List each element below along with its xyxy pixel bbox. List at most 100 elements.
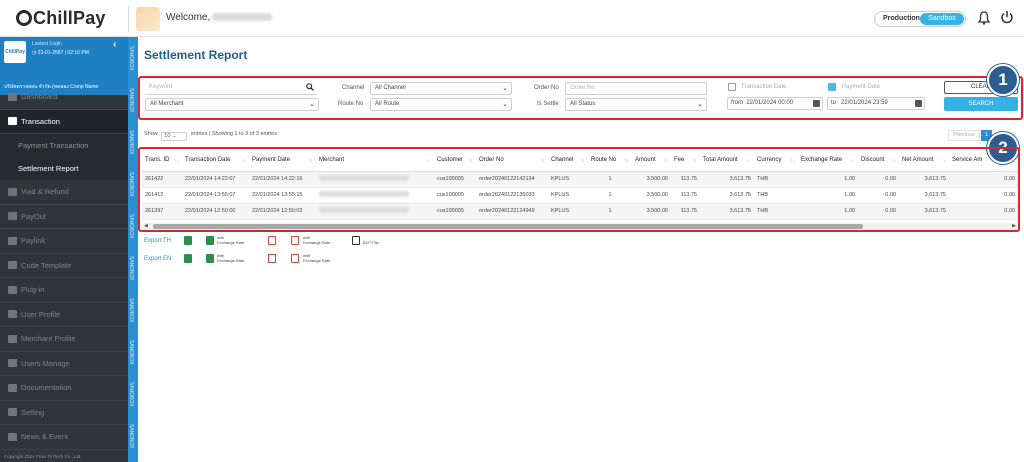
sidebar-item-user-profile[interactable]: User Profile — [0, 303, 128, 327]
sort-icon[interactable]: ↑↓ — [790, 158, 795, 164]
column-header[interactable]: Discount ↑↓ — [858, 151, 899, 172]
sidebar-item-dashboard[interactable]: Dashboard — [0, 85, 128, 110]
brand-name: ChillPay — [33, 8, 106, 28]
sidebar-item-merchant-profile[interactable]: Merchant Profile — [0, 327, 128, 352]
sidebar-item-void-refund[interactable]: Void & Refund — [0, 180, 128, 205]
transaction-date-checkbox[interactable] — [728, 83, 736, 91]
column-header[interactable]: Amount ↑↓ — [632, 151, 671, 172]
environment-toggle[interactable]: Production Sandbox — [874, 11, 966, 27]
sidebar-item-documentation[interactable]: Documentation — [0, 376, 128, 401]
column-header[interactable]: Payment Date ↑↓ — [249, 151, 316, 172]
sort-icon[interactable]: ↑↓ — [308, 158, 313, 164]
sidebar-item-users-manage[interactable]: Users Manage — [0, 352, 128, 376]
table-row[interactable]: 261397 22/01/2024 12:50:00 22/01/2024 12:5… — [142, 203, 1018, 220]
column-header[interactable]: Order No ↑↓ — [476, 151, 548, 172]
sort-icon[interactable]: ↑↓ — [426, 158, 431, 164]
sort-icon[interactable]: ↑↓ — [746, 158, 751, 164]
sidebar-item-plugin[interactable]: Plug-in — [0, 278, 128, 303]
transaction-date-label: Transaction Date — [741, 84, 787, 90]
pdf-export-th-exchange-icon[interactable] — [291, 236, 299, 245]
sort-icon[interactable]: ↑↓ — [663, 158, 668, 164]
sort-icon[interactable]: ↑↓ — [540, 158, 545, 164]
sidebar-item-transaction[interactable]: Transaction — [0, 109, 128, 134]
pdf-export-th-icon[interactable] — [268, 236, 276, 245]
column-header[interactable]: Currency ↑↓ — [754, 151, 798, 172]
pdf-export-en-exchange-icon[interactable] — [291, 254, 299, 263]
sidebar-item-paylink[interactable]: Paylink — [0, 229, 128, 254]
chillpay-logo[interactable]: ChillPay — [16, 8, 106, 29]
route-select[interactable]: All Route ⌄ — [370, 98, 512, 111]
column-header-label: Transaction Date — [185, 157, 231, 164]
sandbox-strip-label: SANDBOX — [128, 381, 134, 407]
sort-icon[interactable]: ↑↓ — [241, 158, 246, 164]
column-header[interactable]: Trans. ID ↑↓ — [142, 151, 182, 172]
excel-export-en-exchange-icon[interactable] — [206, 254, 214, 263]
column-header[interactable]: Transaction Date ↑↓ — [182, 151, 249, 172]
column-header[interactable]: Total Amount ↑↓ — [700, 151, 754, 172]
column-header[interactable]: Channel ↑↓ — [548, 151, 588, 172]
search-icon[interactable] — [306, 83, 314, 91]
sort-icon[interactable]: ↑↓ — [580, 158, 585, 164]
production-option[interactable]: Production — [883, 15, 920, 22]
table-row[interactable]: 261422 22/01/2024 14:22:07 22/01/2024 14:2… — [142, 171, 1018, 188]
search-button[interactable]: SEARCH — [944, 97, 1018, 111]
sidebar-subitem-payment-transaction[interactable]: Payment Transaction — [0, 134, 128, 157]
calendar-icon[interactable] — [915, 100, 922, 107]
merchant-cell — [316, 203, 434, 220]
column-header[interactable]: Merchant ↑↓ — [316, 151, 434, 172]
column-header[interactable]: Net Amount ↑↓ — [899, 151, 949, 172]
sidebar-item-label: Code Template — [21, 260, 72, 270]
power-icon[interactable] — [1000, 10, 1014, 24]
cell-net: 3,613.75 — [899, 187, 949, 204]
sidebar-item-setting[interactable]: Setting — [0, 401, 128, 425]
page-size-select[interactable]: 10 ⌄ — [161, 132, 188, 141]
previous-page-button[interactable]: Previous — [948, 130, 980, 141]
order-no-input[interactable]: Order No — [565, 82, 707, 95]
scroll-right-icon[interactable]: ▶ — [1012, 223, 1016, 229]
sandbox-option[interactable]: Sandbox — [920, 13, 964, 25]
sort-icon[interactable]: ↑↓ — [692, 158, 697, 164]
sort-icon[interactable]: ↑↓ — [1010, 158, 1015, 164]
sidebar-item-payout[interactable]: PayOut — [0, 205, 128, 229]
merchant-cell — [316, 171, 434, 188]
column-header[interactable]: Route No ↑↓ — [588, 151, 632, 172]
sort-icon[interactable]: ↑↓ — [941, 158, 946, 164]
sidebar-item-news-event[interactable]: News & Event — [0, 425, 128, 450]
cell-rate: 1.00 — [798, 203, 858, 220]
code-icon — [8, 261, 17, 270]
column-header[interactable]: Exchange Rate ↑↓ — [798, 151, 858, 172]
collapse-sidebar-icon[interactable]: ‹ — [113, 39, 116, 50]
payment-date-checkbox[interactable] — [828, 83, 836, 91]
document-icon — [8, 117, 17, 126]
keyword-input[interactable]: Keyword — [145, 82, 317, 95]
excel-export-th-icon[interactable] — [184, 236, 192, 245]
bell-icon[interactable] — [978, 11, 990, 25]
cell-rate: 1.00 — [798, 171, 858, 188]
sort-icon[interactable]: ↑↓ — [891, 158, 896, 164]
sidebar-item-code-template[interactable]: Code Template — [0, 254, 128, 278]
sidebar-subitem-settlement-report[interactable]: Settlement Report — [0, 157, 128, 180]
excel-export-en-icon[interactable] — [184, 254, 192, 263]
scroll-left-icon[interactable]: ◀ — [144, 223, 148, 229]
column-header[interactable]: Service Am ↑↓ — [949, 151, 1018, 172]
date-from-field[interactable]: from 22/01/2024 00:00 — [727, 97, 823, 110]
avatar[interactable] — [136, 7, 160, 31]
column-header[interactable]: Fee ↑↓ — [671, 151, 700, 172]
column-header[interactable]: Customer ↑↓ — [434, 151, 476, 172]
table-row[interactable]: 261412 22/01/2024 13:55:07 22/01/2024 13:5… — [142, 187, 1018, 204]
horizontal-scrollbar[interactable]: ◀ ▶ — [143, 223, 1017, 230]
is-settle-select[interactable]: All Status ⌄ — [565, 98, 707, 111]
scrollbar-thumb[interactable] — [153, 224, 863, 229]
merchant-select[interactable]: All Merchant ⌄ — [145, 98, 319, 111]
date-to-field[interactable]: to 22/01/2024 23:59 — [827, 97, 925, 110]
sort-icon[interactable]: ↑↓ — [468, 158, 473, 164]
sort-icon[interactable]: ↑↓ — [850, 158, 855, 164]
pdf-export-en-icon[interactable] — [268, 254, 276, 263]
sort-icon[interactable]: ↑↓ — [174, 158, 179, 164]
sort-icon[interactable]: ↑↓ — [624, 158, 629, 164]
calendar-icon[interactable] — [813, 100, 820, 107]
channel-select[interactable]: All Channel ⌄ — [370, 82, 512, 95]
excel-export-th-exchange-icon[interactable] — [206, 236, 214, 245]
export-th-label: Export TH — [144, 238, 171, 244]
bot-file-icon[interactable] — [352, 236, 360, 245]
